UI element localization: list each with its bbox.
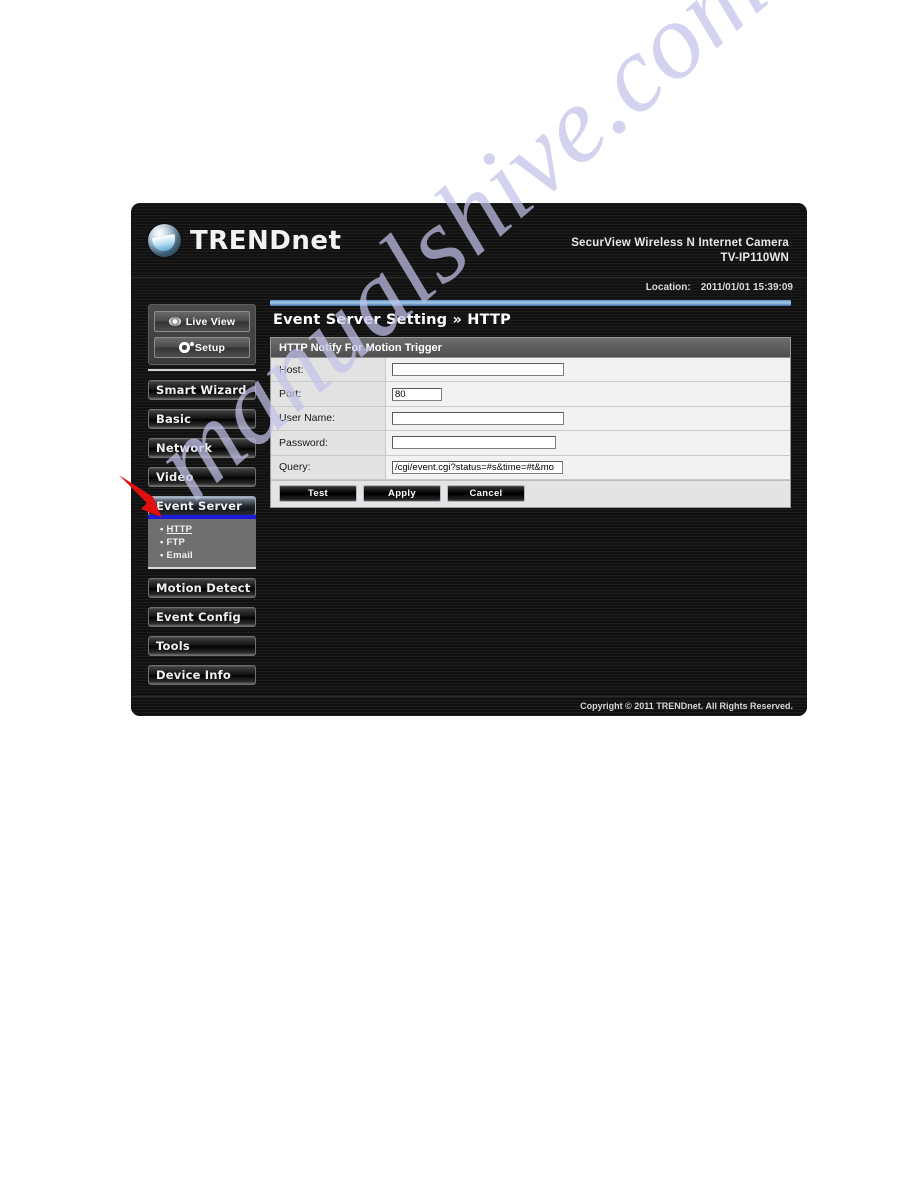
submenu-item-ftp[interactable]: • FTP [160,536,256,549]
host-label: Host: [271,358,386,382]
host-input[interactable] [392,363,564,377]
setup-button[interactable]: Setup [154,337,250,358]
username-input[interactable] [392,411,564,425]
sidebar-item-label: Event Config [156,610,241,624]
bullet-icon: • [160,537,164,548]
port-label: Port: [271,382,386,406]
submenu-item-http[interactable]: • HTTP [160,523,256,536]
sidebar-item-label: Motion Detect [156,581,251,595]
live-view-button[interactable]: Live View [154,311,250,332]
page-title: Event Server Setting » HTTP [273,312,511,328]
setup-label: Setup [194,341,226,354]
ui-footer: Copyright © 2011 TRENDnet. All Rights Re… [131,696,807,716]
gear-icon [178,342,194,353]
form-row-port: Port: 80 [271,382,790,407]
trendnet-logo-icon [148,224,181,257]
location-info: Location: 2011/01/01 15:39:09 [646,282,793,293]
product-line-1: SecurView Wireless N Internet Camera [571,237,789,249]
submenu-item-label: Email [166,550,193,561]
submenu-item-email[interactable]: • Email [160,549,256,562]
product-name: SecurView Wireless N Internet Camera TV-… [571,236,789,266]
settings-form: HTTP Notify For Motion Trigger Host: Por… [270,337,791,508]
brand-sub: net [291,225,342,256]
sidebar-item-label: Device Info [156,668,231,682]
form-actions: Test Apply Cancel [271,479,790,507]
sidebar-item-label: Tools [156,639,190,653]
eye-icon [168,317,181,326]
document-page: manualshive.com TRENDnet SecurView Wirel… [0,0,918,1188]
sidebar-divider [148,369,256,371]
test-button[interactable]: Test [279,485,357,503]
sidebar-item-label: Smart Wizard [156,383,247,397]
ui-header: TRENDnet SecurView Wireless N Internet C… [131,203,807,277]
annotation-arrow-icon [119,475,162,518]
query-label: Query: [271,455,386,479]
sidebar-item-network[interactable]: Network [148,438,256,458]
password-label: Password: [271,431,386,455]
username-label: User Name: [271,406,386,431]
form-row-host: Host: [271,358,790,383]
sidebar-item-tools[interactable]: Tools [148,636,256,656]
form-row-query: Query: /cgi/event.cgi?status=#s&time=#t&… [271,455,790,480]
sidebar-item-label: Network [156,441,213,455]
submenu-item-label: FTP [166,537,186,548]
bullet-icon: • [160,550,164,561]
cancel-button[interactable]: Cancel [447,485,525,503]
view-mode-group: Live View Setup [148,304,256,365]
camera-web-ui-panel: TRENDnet SecurView Wireless N Internet C… [131,203,807,716]
apply-button[interactable]: Apply [363,485,441,503]
location-bar: Location: 2011/01/01 15:39:09 [131,277,807,298]
sidebar-item-label: Basic [156,412,192,426]
form-row-username: User Name: [271,406,790,432]
copyright-text: Copyright © 2011 TRENDnet. All Rights Re… [580,701,793,711]
sidebar-item-smart-wizard[interactable]: Smart Wizard [148,380,256,400]
sidebar-item-event-config[interactable]: Event Config [148,607,256,627]
form-section-title: HTTP Notify For Motion Trigger [271,338,790,358]
sidebar-item-basic[interactable]: Basic [148,409,256,429]
location-label: Location: [645,282,691,293]
sidebar-item-motion-detect[interactable]: Motion Detect [148,578,256,598]
port-input[interactable]: 80 [392,387,442,401]
sidebar-item-device-info[interactable]: Device Info [148,665,256,685]
brand-wordmark: TRENDnet [190,226,341,256]
password-input[interactable] [392,436,556,450]
live-view-label: Live View [185,315,236,328]
form-row-password: Password: [271,431,790,456]
product-model: TV-IP110WN [720,252,789,264]
trendnet-logo: TRENDnet [148,224,341,257]
main-content: Event Server Setting » HTTP HTTP Notify … [262,298,807,696]
brand-main: TREND [190,225,292,256]
query-input[interactable]: /cgi/event.cgi?status=#s&time=#t&mo [392,460,563,474]
location-value: 2011/01/01 15:39:09 [700,282,793,293]
